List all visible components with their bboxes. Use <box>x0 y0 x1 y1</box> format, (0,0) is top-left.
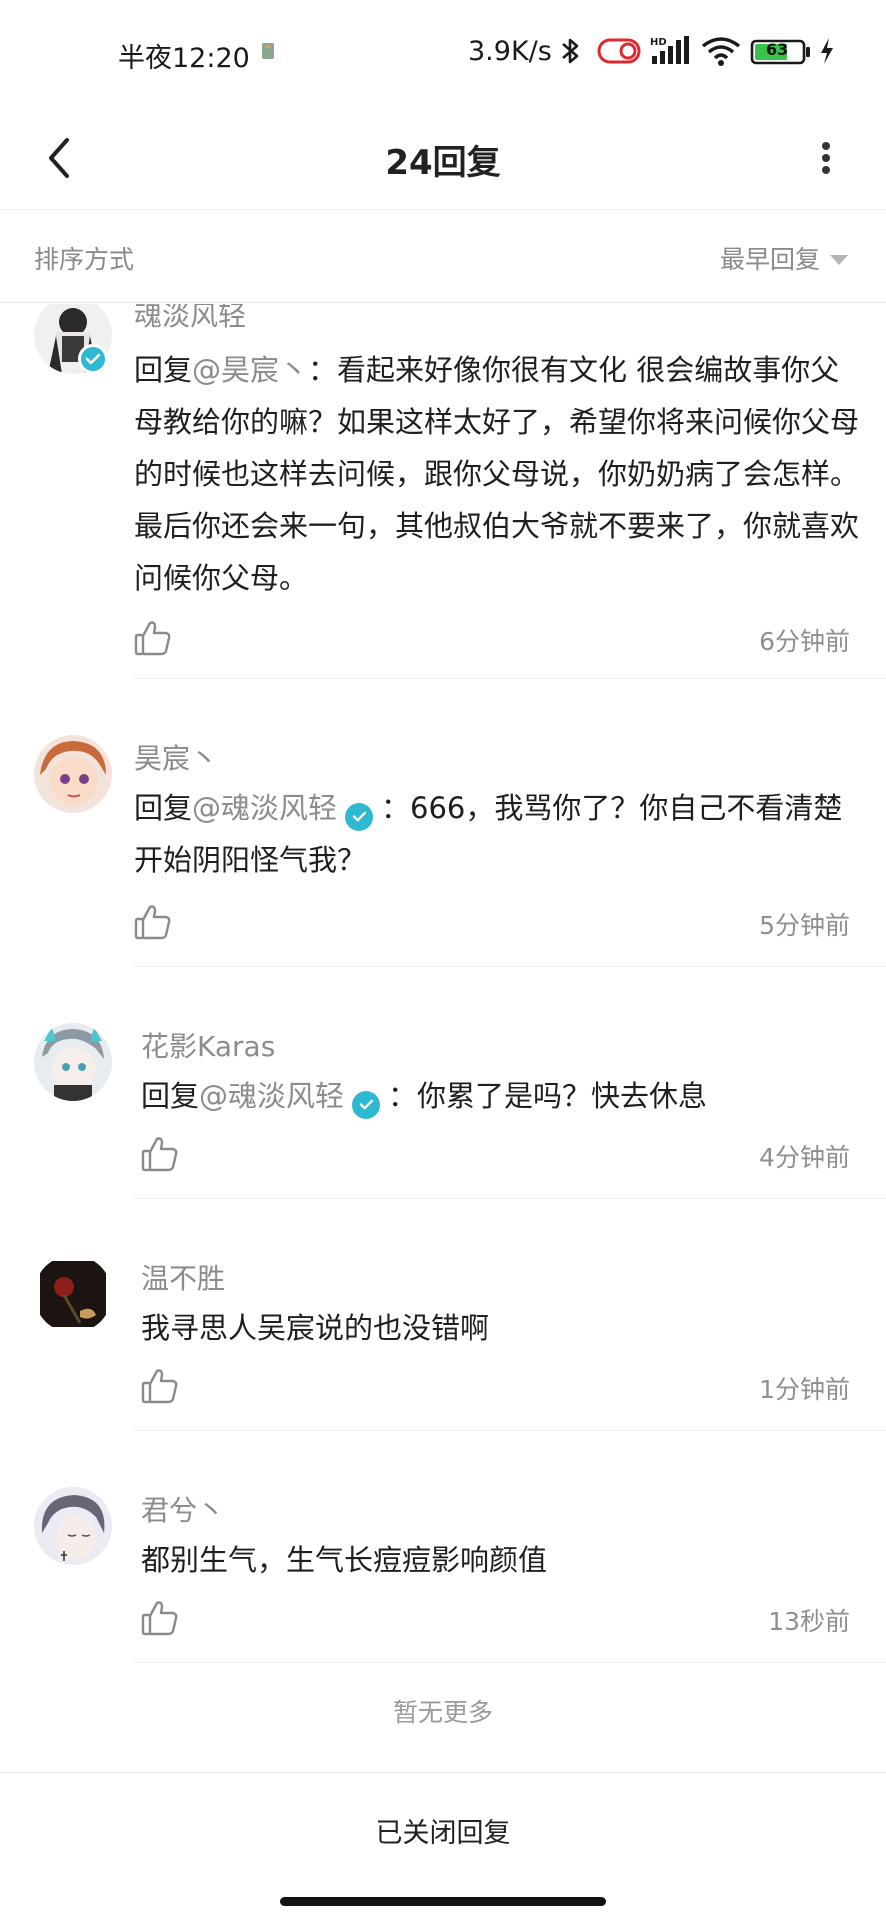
divider <box>134 1662 886 1663</box>
avatar[interactable] <box>34 1487 112 1565</box>
status-bar: 半夜12:20 3.9K/s HD 63 <box>0 0 886 105</box>
comment-time: 13秒前 <box>768 1607 850 1636</box>
sort-bar: 排序方式 最早回复 <box>0 210 886 303</box>
sort-label: 排序方式 <box>34 245 135 274</box>
comment-item: 昊宸丶 回复@魂淡风轻 ：666，我骂你了？你自己不看清楚开始阴阳怪气我？ 5分钟… <box>0 679 886 967</box>
comment-item: 温不胜 我寻思人吴宸说的也没错啊 1分钟前 <box>0 1199 886 1431</box>
replies-closed-label: 已关闭回复 <box>375 1818 511 1849</box>
status-time: 半夜12:20 <box>118 43 250 74</box>
like-button[interactable] <box>140 1598 180 1638</box>
no-more-label: 暂无更多 <box>392 1698 493 1727</box>
comment-item: 君兮丶 都别生气，生气长痘痘影响颜值 13秒前 <box>0 1431 886 1663</box>
caret-down-icon <box>830 255 848 265</box>
mention-link[interactable]: @魂淡风轻 <box>199 1079 344 1113</box>
comment-content: ：看起来好像你很有文化 很会编故事你父母教给你的嘛？如果这样太好了，希望你将来问… <box>134 353 860 595</box>
comment-text: 都别生气，生气长痘痘影响颜值 <box>141 1534 871 1586</box>
mention-link[interactable]: @昊宸丶 <box>192 353 308 387</box>
page-title: 24回复 <box>385 143 501 183</box>
comment-author[interactable]: 魂淡风轻 <box>134 304 246 334</box>
home-indicator[interactable] <box>280 1897 606 1906</box>
comment-text: 回复@魂淡风轻 ：你累了是吗？快去休息 <box>141 1070 871 1122</box>
thumbs-up-icon <box>134 905 171 940</box>
comment-time: 1分钟前 <box>759 1375 850 1404</box>
comment-content: 都别生气，生气长痘痘影响颜值 <box>141 1543 548 1577</box>
svg-text:HD: HD <box>650 37 667 48</box>
avatar[interactable] <box>34 1023 112 1101</box>
comment-author[interactable]: 昊宸丶 <box>134 737 218 777</box>
comment-time: 4分钟前 <box>759 1143 850 1172</box>
comment-author[interactable]: 温不胜 <box>141 1257 225 1297</box>
comment-content: 我寻思人吴宸说的也没错啊 <box>141 1311 490 1345</box>
thumbs-up-icon <box>141 1369 178 1404</box>
comment-text: 我寻思人吴宸说的也没错啊 <box>141 1302 871 1354</box>
comment-list[interactable]: 魂淡风轻 回复@昊宸丶：看起来好像你很有文化 很会编故事你父母教给你的嘛？如果这… <box>0 304 886 1774</box>
comment-text: 回复@昊宸丶：看起来好像你很有文化 很会编故事你父母教给你的嘛？如果这样太好了，… <box>134 344 864 604</box>
verified-badge-icon <box>345 802 374 831</box>
comment-content: ：你累了是吗？快去休息 <box>388 1079 708 1113</box>
notification-icon <box>258 40 280 62</box>
sort-dropdown[interactable]: 最早回复 <box>720 240 848 276</box>
comment-time: 6分钟前 <box>759 627 850 656</box>
comment-author[interactable]: 花影Karas <box>141 1025 275 1065</box>
like-button[interactable] <box>140 1134 180 1174</box>
wifi-icon <box>700 34 742 72</box>
verified-badge-icon <box>352 1090 381 1119</box>
more-vertical-icon <box>822 142 830 174</box>
recording-icon <box>596 34 644 72</box>
battery-level: 63 <box>766 40 789 59</box>
like-button[interactable] <box>133 618 173 658</box>
avatar[interactable] <box>34 1255 112 1333</box>
reply-word: 回复 <box>134 791 193 825</box>
thumbs-up-icon <box>141 1601 178 1636</box>
thumbs-up-icon <box>134 621 171 656</box>
charging-icon <box>818 34 836 72</box>
avatar[interactable] <box>34 735 112 813</box>
replies-closed-bar: 已关闭回复 <box>0 1772 886 1882</box>
thumbs-up-icon <box>141 1137 178 1172</box>
signal-icon: HD <box>650 34 694 72</box>
comment-text: 回复@魂淡风轻 ：666，我骂你了？你自己不看清楚开始阴阳怪气我？ <box>134 782 864 886</box>
like-button[interactable] <box>140 1366 180 1406</box>
comment-item: 魂淡风轻 回复@昊宸丶：看起来好像你很有文化 很会编故事你父母教给你的嘛？如果这… <box>0 304 886 679</box>
bluetooth-icon <box>558 34 584 72</box>
reply-word: 回复 <box>134 353 193 387</box>
top-nav-bar: 24回复 <box>0 105 886 210</box>
more-options-button[interactable] <box>796 123 856 193</box>
comment-author[interactable]: 君兮丶 <box>141 1489 225 1529</box>
verified-badge-icon <box>78 344 108 374</box>
like-button[interactable] <box>133 902 173 942</box>
network-speed: 3.9K/s <box>468 36 552 67</box>
reply-word: 回复 <box>141 1079 200 1113</box>
sort-selected-value: 最早回复 <box>719 245 820 274</box>
comment-time: 5分钟前 <box>759 911 850 940</box>
mention-link[interactable]: @魂淡风轻 <box>192 791 337 825</box>
comment-item: 花影Karas 回复@魂淡风轻 ：你累了是吗？快去休息 4分钟前 <box>0 967 886 1199</box>
